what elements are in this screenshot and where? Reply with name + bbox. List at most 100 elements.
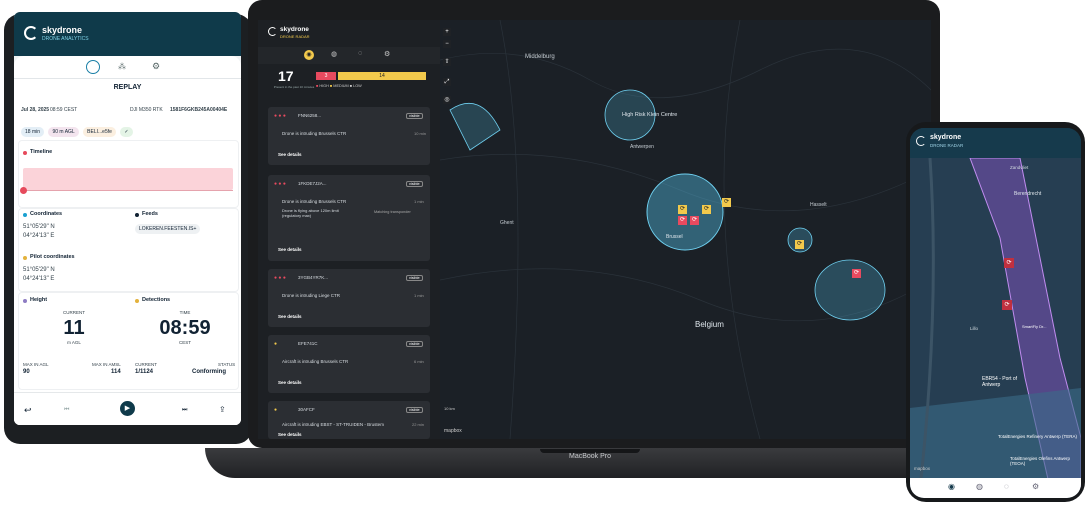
see-details-button[interactable]: See details <box>278 314 302 319</box>
laptop-model: MacBook Pro <box>568 453 612 460</box>
feeds-label: Feeds <box>142 211 158 217</box>
see-details-button[interactable]: See details <box>278 247 302 252</box>
skip-back-icon[interactable]: ⏮ <box>64 407 69 414</box>
map-label: Belgium <box>695 320 724 329</box>
alert-message: Drone is intruding Brussels CTR <box>282 199 347 204</box>
drone-marker-icon[interactable]: ⟳ <box>1004 258 1014 268</box>
severity-dots: ● ● ● <box>274 113 286 119</box>
alert-id: 1FKDE7J2A... <box>298 181 327 186</box>
flight-time: 08:59 CEST <box>50 107 78 113</box>
detections-sub: TIME <box>179 310 191 315</box>
tablet-screen: skydrone DRONE ANALYTICS ⁂ ⚙ REPLAY Jul … <box>14 12 241 425</box>
share-icon[interactable]: ⇪ <box>219 405 226 414</box>
drone-marker-icon[interactable]: ⟳ <box>852 269 861 278</box>
alert-time: 22 min <box>412 422 425 427</box>
severity-dot: ● <box>274 407 278 413</box>
max-amsl-label: MAX IN AMSL <box>92 362 121 367</box>
map-attribution: mapbox <box>444 428 462 434</box>
severity-dots: ● ● ● <box>274 181 286 187</box>
map-scale: 10 km <box>444 406 455 411</box>
play-button[interactable]: ▶ <box>120 401 135 416</box>
visible-toggle[interactable]: visible <box>406 113 423 119</box>
tab-replay[interactable] <box>86 60 100 74</box>
alert-card[interactable]: ● ● ● 1FKDE7J2A... visible Drone is intr… <box>268 175 430 261</box>
product-name: DRONE ANALYTICS <box>42 36 89 42</box>
settings-gear-icon[interactable]: ⚙ <box>1032 482 1039 491</box>
section-title: REPLAY <box>113 84 142 91</box>
product-name: DRONE RADAR <box>280 34 310 39</box>
globe-tab-icon[interactable]: ◍ <box>976 482 983 491</box>
drone-marker-icon[interactable]: ⟳ <box>795 240 804 249</box>
drone-marker-icon[interactable]: ⟳ <box>678 216 687 225</box>
visible-toggle[interactable]: visible <box>406 275 423 281</box>
alert-extra: Matching transponder <box>374 210 411 214</box>
alert-time: 6 min <box>414 359 424 364</box>
drone-serial: 1581F6GKB245A00404E <box>170 107 228 113</box>
back-icon[interactable]: ↩ <box>24 405 32 416</box>
see-details-button[interactable]: See details <box>278 380 302 385</box>
fullscreen-icon[interactable]: ⤢ <box>443 78 451 86</box>
alert-time: 10 min <box>414 131 427 136</box>
timeline-track[interactable] <box>23 168 233 190</box>
alert-card[interactable]: ● ● ● FNN6258... visible Drone is intrud… <box>268 107 430 165</box>
max-amsl-value: 114 <box>111 369 121 375</box>
max-agl-label: MAX IN AGL <box>23 362 49 367</box>
timeline-scrubber[interactable] <box>20 187 27 194</box>
altitude-chip: 90 m AGL <box>48 127 79 137</box>
drone-marker-icon[interactable]: ⟳ <box>1002 300 1012 310</box>
visible-toggle[interactable]: visible <box>406 181 423 187</box>
settings-gear-icon[interactable]: ⚙ <box>384 50 390 58</box>
detection-current: 1/1124 <box>135 369 154 375</box>
map-label: High Risk Klein Centre <box>622 112 678 118</box>
alert-message: Drone is flying above 120m limit (regula… <box>282 208 339 218</box>
visible-toggle[interactable]: visible <box>406 407 423 413</box>
high-legend: HIGH <box>319 84 329 88</box>
alert-card[interactable]: ● 30AFCF visible Aircraft is intruding E… <box>268 401 430 439</box>
phone-tab-bar: ◉ ◍ ◌ ⚙ <box>910 478 1081 498</box>
tab-settings-gear-icon[interactable]: ⚙ <box>152 61 160 72</box>
map-label: Brussel <box>666 234 683 240</box>
drone-marker-icon[interactable]: ⟳ <box>702 205 711 214</box>
see-details-button[interactable]: See details <box>278 432 302 437</box>
map-label: Hasselt <box>810 202 827 208</box>
radar-map[interactable]: + − ⇧ ⤢ ◎ Middelburg High Risk Klein Cen… <box>440 20 931 439</box>
bulb-tab-icon[interactable]: ◌ <box>1004 482 1009 491</box>
zoom-out-button[interactable]: − <box>443 40 451 48</box>
skydrone-logo-icon <box>916 136 926 146</box>
max-agl-value: 90 <box>23 369 30 375</box>
bulb-tab-icon[interactable]: ◌ <box>358 50 362 57</box>
locate-icon[interactable]: ◎ <box>443 96 451 104</box>
pilot-chip: BELI...e5fe <box>83 127 116 137</box>
visible-toggle[interactable]: visible <box>406 341 423 347</box>
zoom-in-button[interactable]: + <box>443 28 451 36</box>
tab-analytics-icon[interactable]: ⁂ <box>118 62 126 71</box>
feed-chip[interactable]: LOKEREN.FEESTEN.IS+ <box>135 224 201 234</box>
low-legend: LOW <box>353 84 362 88</box>
drone-marker-icon[interactable]: ⟳ <box>722 198 731 207</box>
timeline-dot <box>23 151 27 155</box>
alert-time: 1 min <box>414 293 424 298</box>
map-label: SmartFly Dr... <box>1022 324 1047 329</box>
drone-model: DJI M350 RTK <box>130 107 163 113</box>
drone-marker-icon[interactable]: ⟳ <box>678 205 687 214</box>
phone-header: skydrone DRONE RADAR <box>910 128 1081 158</box>
map-label: Middelburg <box>525 54 555 60</box>
alerts-sidebar: skydrone DRONE RADAR ◉ ◍ ◌ ⚙ 17 Present … <box>258 20 440 439</box>
radar-tab-icon[interactable]: ◉ <box>304 50 314 60</box>
alert-message: Aircraft is intruding Brussels CTR <box>282 359 349 364</box>
detection-time: 08:59 <box>159 317 211 339</box>
alert-message: Aircraft is intruding EBST - ST-TRUIDEN … <box>282 422 384 427</box>
see-details-button[interactable]: See details <box>278 152 302 157</box>
compass-icon[interactable]: ⇧ <box>443 58 451 66</box>
radar-tab-icon[interactable]: ◉ <box>948 482 955 491</box>
map-label: EBR54 - Port of Antwerp <box>982 376 1018 388</box>
skip-forward-icon[interactable]: ⏭ <box>182 407 187 414</box>
timeline-label: Timeline <box>30 149 53 155</box>
alert-id: 30AFCF <box>298 407 315 412</box>
alert-card[interactable]: ● EFE741C visible Aircraft is intruding … <box>268 335 430 393</box>
drone-marker-icon[interactable]: ⟳ <box>690 216 699 225</box>
app-header: skydrone DRONE ANALYTICS <box>14 12 241 56</box>
map-label: TotalEnergies Olefins Antwerp (TEOA) <box>1010 456 1071 466</box>
alert-card[interactable]: ● ● ● 3YGB4YR7K... visible Drone is intr… <box>268 269 430 327</box>
globe-tab-icon[interactable]: ◍ <box>331 50 337 58</box>
